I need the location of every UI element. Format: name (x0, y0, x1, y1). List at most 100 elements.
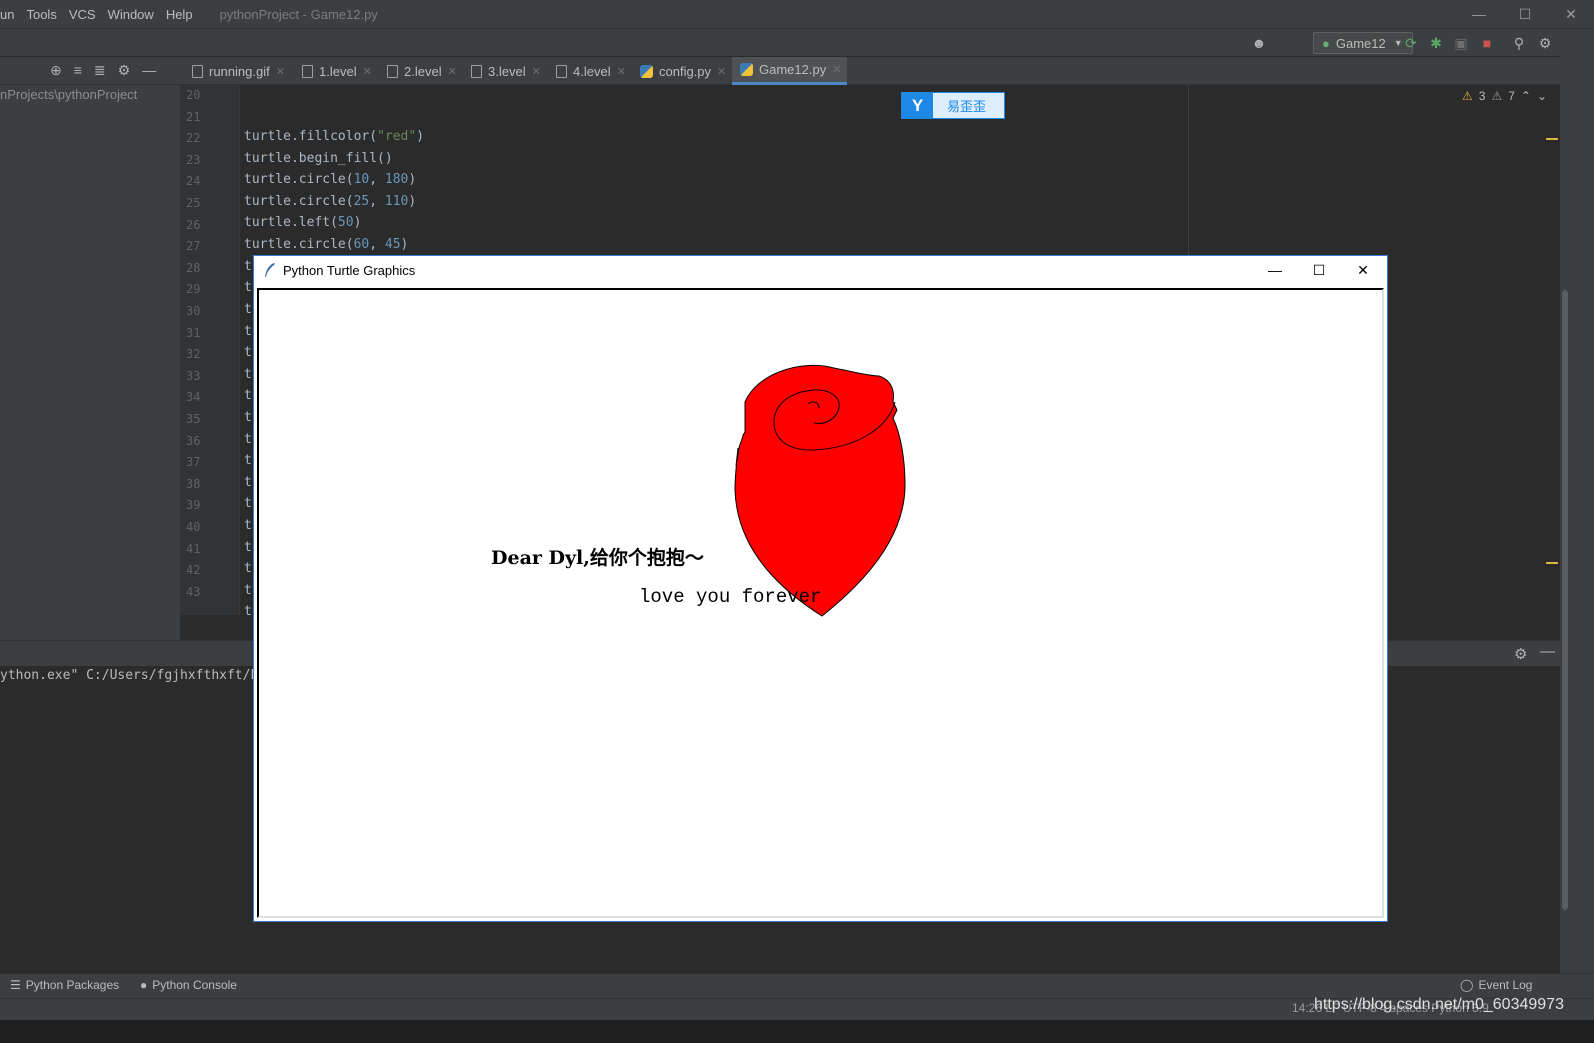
translate-widget[interactable]: Y 易歪歪 (901, 92, 1005, 119)
python-packages-button[interactable]: ☰ Python Packages (10, 978, 119, 992)
stop-icon[interactable]: ■ (1478, 34, 1496, 52)
close-icon[interactable]: ✕ (1341, 256, 1385, 284)
close-icon[interactable]: ✕ (1548, 0, 1594, 28)
code-line[interactable]: t (244, 345, 252, 360)
file-icon (387, 64, 398, 78)
project-path[interactable]: nProjects\pythonProject (0, 87, 137, 102)
code-line-26[interactable]: turtle.left(50) (244, 215, 361, 230)
line-number: 42 (186, 563, 201, 578)
rerun-icon[interactable]: ⟳ (1402, 34, 1420, 52)
scrollbar-thumb[interactable] (1562, 290, 1568, 910)
inspection-widget[interactable]: ⚠ 3 ⚠ 7 ⌃ ⌄ (1462, 89, 1547, 103)
file-icon (556, 64, 567, 78)
line-number: 43 (186, 584, 201, 599)
gear-icon[interactable]: ⚙ (1514, 645, 1527, 663)
line-number: 32 (186, 347, 201, 362)
gear-icon[interactable]: ⚙ (118, 62, 131, 79)
line-number: 40 (186, 520, 201, 534)
code-line[interactable]: t (244, 518, 252, 533)
line-number: 23 (186, 152, 201, 167)
tab-game12-py[interactable]: Game12.py ✕ (732, 57, 848, 85)
locate-icon[interactable]: ⊕ (50, 62, 62, 79)
expand-all-icon[interactable]: ≡ (74, 62, 82, 79)
code-line-24[interactable]: turtle.circle(10, 180) (244, 172, 416, 187)
tab-1-level[interactable]: 1.level ✕ (302, 57, 372, 85)
close-tab-icon[interactable]: ✕ (276, 65, 285, 78)
tab-label: config.py (659, 63, 712, 79)
tab-4-level[interactable]: 4.level ✕ (556, 57, 626, 85)
code-line-23[interactable]: turtle.begin_fill() (244, 151, 393, 166)
chevron-down-icon[interactable]: ⌄ (1537, 89, 1547, 103)
menu-help[interactable]: Help (166, 7, 193, 22)
code-line[interactable]: t (244, 561, 252, 576)
coverage-icon[interactable]: ▣ (1452, 34, 1470, 52)
code-line[interactable]: t (244, 367, 252, 382)
code-line[interactable]: t (244, 540, 252, 555)
greeting-text: Dear Dyl,给你个抱抱～ (491, 547, 704, 569)
close-tab-icon[interactable]: ✕ (532, 65, 541, 78)
code-line[interactable]: t (244, 432, 252, 447)
line-number: 41 (186, 541, 201, 556)
menu-vcs[interactable]: VCS (69, 7, 96, 22)
line-number: 37 (186, 455, 201, 470)
close-tab-icon[interactable]: ✕ (363, 65, 372, 78)
tab-config-py[interactable]: config.py ✕ (640, 57, 726, 85)
gear-icon[interactable]: ⚙ (1536, 34, 1554, 52)
maximize-icon[interactable]: ☐ (1297, 256, 1341, 284)
close-tab-icon[interactable]: ✕ (832, 63, 841, 76)
code-line[interactable]: t (244, 280, 252, 295)
line-number: 24 (186, 174, 201, 189)
weak-warning-count: 7 (1508, 89, 1515, 103)
code-line[interactable]: t (244, 604, 252, 619)
tab-label: running.gif (209, 63, 270, 79)
code-line[interactable]: t (244, 302, 252, 317)
code-line[interactable]: t (244, 324, 252, 339)
code-line[interactable]: t (244, 410, 252, 425)
event-log-button[interactable]: ◯ Event Log (1460, 978, 1532, 992)
hide-icon[interactable]: — (142, 62, 156, 79)
project-pane: nProjects\pythonProject (0, 85, 180, 640)
code-line[interactable]: t (244, 496, 252, 511)
code-line-22[interactable]: turtle.fillcolor("red") (244, 129, 424, 144)
search-icon[interactable]: ⚲ (1510, 34, 1528, 52)
error-stripe-mark[interactable] (1546, 562, 1558, 564)
code-line[interactable]: t (244, 453, 252, 468)
minimize-icon[interactable]: — (1456, 0, 1502, 28)
close-tab-icon[interactable]: ✕ (617, 65, 626, 78)
code-line-25[interactable]: turtle.circle(25, 110) (244, 194, 416, 209)
error-stripe-mark[interactable] (1546, 138, 1558, 140)
python-console-label: Python Console (152, 978, 237, 992)
turtle-canvas[interactable]: Dear Dyl,给你个抱抱～ love you forever (257, 288, 1384, 918)
python-console-button[interactable]: ● Python Console (140, 978, 237, 992)
code-string: "red" (377, 129, 417, 144)
code-line[interactable]: t (244, 388, 252, 403)
menu-tools[interactable]: Tools (26, 7, 56, 22)
menu-window[interactable]: Window (108, 7, 154, 22)
run-config-select[interactable]: ● Game12 ▼ (1313, 32, 1413, 54)
hide-icon[interactable]: — (1540, 643, 1555, 660)
line-number: 38 (186, 476, 201, 491)
chevron-up-icon[interactable]: ⌃ (1521, 89, 1531, 103)
debug-icon[interactable]: ✱ (1427, 34, 1445, 52)
line-number: 27 (186, 239, 201, 254)
console-output: ython.exe" C:/Users/fgjhxfthxft/P (0, 668, 259, 683)
code-line-27[interactable]: turtle.circle(60, 45) (244, 237, 408, 252)
menu-run[interactable]: un (0, 7, 14, 22)
tab-3-level[interactable]: 3.level ✕ (471, 57, 541, 85)
code-number: 50 (337, 215, 354, 230)
collapse-all-icon[interactable]: ≣ (94, 62, 106, 79)
turtle-titlebar[interactable]: Python Turtle Graphics — ☐ ✕ (254, 256, 1387, 284)
code-number: 45 (384, 237, 401, 252)
close-tab-icon[interactable]: ✕ (717, 65, 726, 78)
user-icon[interactable]: ☻ (1250, 34, 1268, 52)
tab-2-level[interactable]: 2.level ✕ (387, 57, 457, 85)
turtle-window-title: Python Turtle Graphics (283, 262, 416, 278)
minimize-icon[interactable]: — (1253, 256, 1297, 284)
close-tab-icon[interactable]: ✕ (448, 65, 457, 78)
code-line[interactable]: t (244, 475, 252, 490)
line-number: 35 (186, 412, 201, 426)
maximize-icon[interactable]: ☐ (1502, 0, 1548, 28)
tab-running-gif[interactable]: running.gif ✕ (192, 57, 285, 85)
code-line[interactable]: t (244, 583, 252, 598)
code-line[interactable]: t (244, 259, 252, 274)
